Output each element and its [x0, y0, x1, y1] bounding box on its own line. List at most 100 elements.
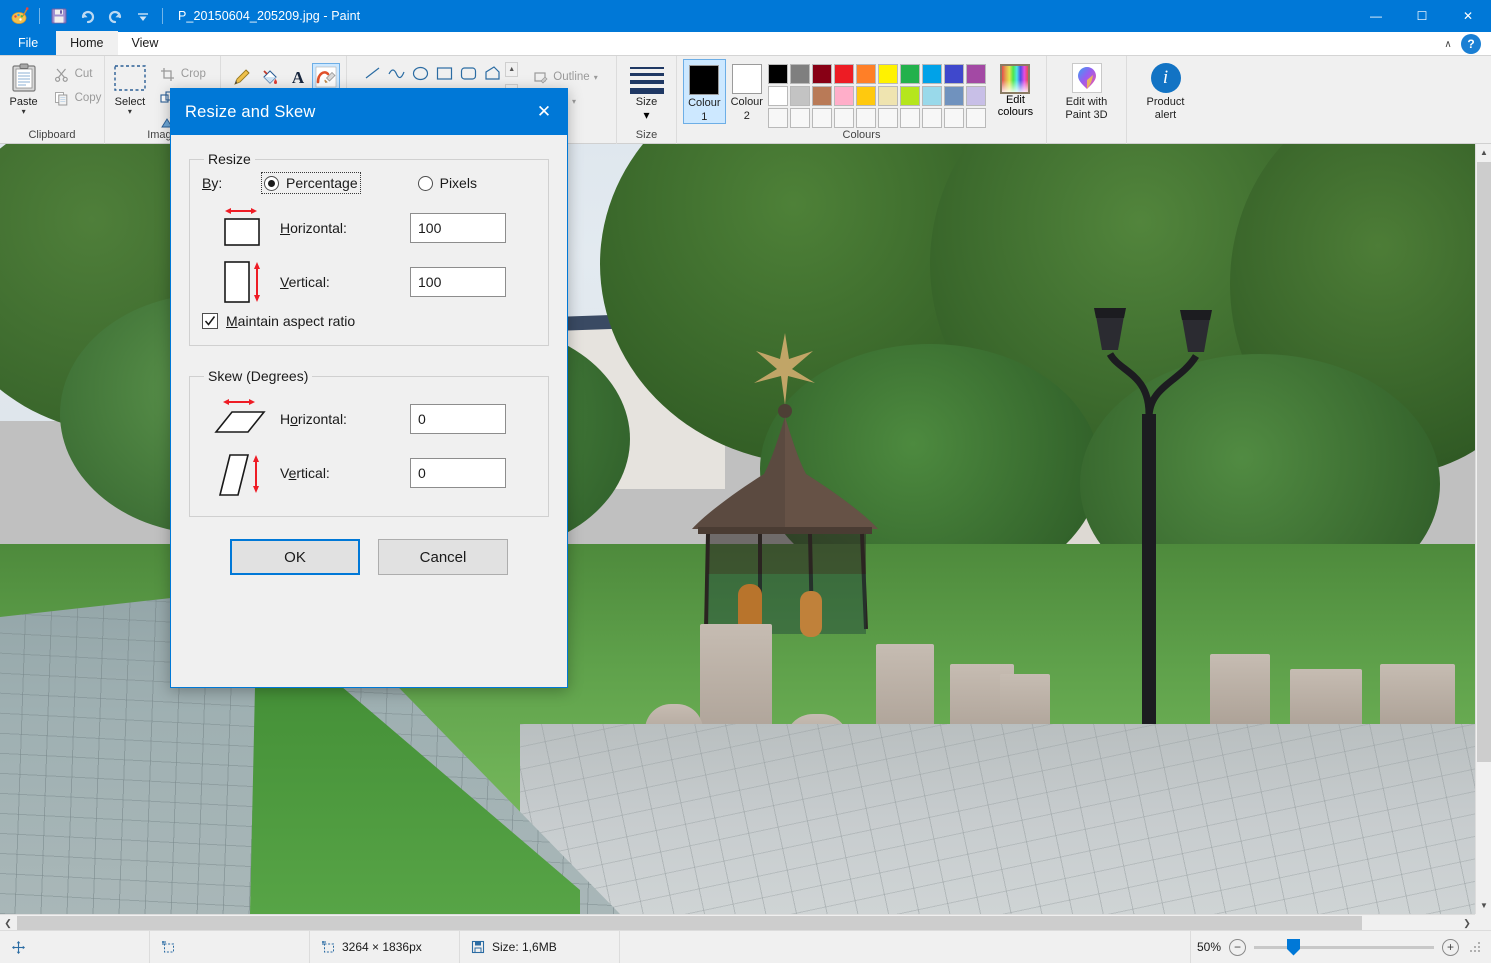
- skew-group: Skew (Degrees) Horizontal:: [189, 368, 549, 517]
- vertical-scrollbar[interactable]: ▲ ▼: [1475, 144, 1491, 914]
- edit-with-paint3d-button[interactable]: Edit with Paint 3D: [1051, 59, 1123, 121]
- palette-swatch-2-4[interactable]: [856, 108, 876, 128]
- tab-view[interactable]: View: [118, 31, 173, 55]
- maximize-button[interactable]: ☐: [1399, 0, 1445, 32]
- palette-swatch-2-8[interactable]: [944, 108, 964, 128]
- palette-swatch-0-4[interactable]: [856, 64, 876, 84]
- paste-caret-icon[interactable]: ▾: [22, 108, 26, 116]
- zoom-slider-track[interactable]: [1254, 946, 1434, 949]
- resize-grip-icon[interactable]: [1469, 941, 1481, 953]
- palette-swatch-0-7[interactable]: [922, 64, 942, 84]
- line-shape[interactable]: [360, 62, 384, 85]
- horizontal-resize-input[interactable]: [410, 213, 506, 243]
- cancel-button[interactable]: Cancel: [378, 539, 508, 575]
- horizontal-skew-input[interactable]: [410, 404, 506, 434]
- vertical-scroll-thumb[interactable]: [1477, 162, 1491, 762]
- cut-button[interactable]: Cut: [50, 62, 107, 86]
- palette-swatch-0-2[interactable]: [812, 64, 832, 84]
- ok-button[interactable]: OK: [230, 539, 360, 575]
- polygon-shape[interactable]: [480, 62, 504, 85]
- help-icon[interactable]: ?: [1461, 34, 1481, 54]
- select-button[interactable]: Select ▾: [104, 59, 156, 116]
- palette-swatch-0-5[interactable]: [878, 64, 898, 84]
- oval-shape[interactable]: [408, 62, 432, 85]
- fill-with-colour-icon[interactable]: [256, 63, 284, 91]
- palette-swatch-2-9[interactable]: [966, 108, 986, 128]
- horizontal-skew-label: Horizontal:: [280, 411, 410, 427]
- scroll-right-icon[interactable]: ❯: [1459, 915, 1475, 931]
- window-title: P_20150604_205209.jpg - Paint: [178, 9, 360, 23]
- text-icon[interactable]: A: [284, 63, 312, 91]
- palette-swatch-1-3[interactable]: [834, 86, 854, 106]
- rectangle-shape[interactable]: [432, 62, 456, 85]
- palette-swatch-1-4[interactable]: [856, 86, 876, 106]
- zoom-out-button[interactable]: −: [1229, 939, 1246, 956]
- palette-swatch-0-0[interactable]: [768, 64, 788, 84]
- paste-button[interactable]: Paste ▾: [0, 59, 50, 116]
- tab-home[interactable]: Home: [56, 31, 117, 55]
- vertical-resize-input[interactable]: [410, 267, 506, 297]
- pencil-icon[interactable]: [228, 63, 256, 91]
- palette-swatch-0-6[interactable]: [900, 64, 920, 84]
- palette-swatch-2-5[interactable]: [878, 108, 898, 128]
- maintain-aspect-ratio-checkbox[interactable]: Maintain aspect ratio: [202, 313, 536, 329]
- palette-swatch-0-1[interactable]: [790, 64, 810, 84]
- crop-button[interactable]: Crop: [156, 62, 221, 86]
- colour-1-selector[interactable]: Colour 1: [683, 59, 726, 124]
- palette-swatch-2-6[interactable]: [900, 108, 920, 128]
- copy-button[interactable]: Copy: [50, 86, 107, 110]
- palette-swatch-1-8[interactable]: [944, 86, 964, 106]
- rounded-rectangle-shape[interactable]: [456, 62, 480, 85]
- palette-swatch-0-3[interactable]: [834, 64, 854, 84]
- resize-legend: Resize: [204, 151, 255, 167]
- edit-colours-button[interactable]: Edit colours: [991, 59, 1040, 118]
- product-alert-button[interactable]: i Product alert: [1132, 59, 1200, 121]
- select-caret-icon[interactable]: ▾: [128, 108, 132, 116]
- ribbon-group-clipboard: Paste ▾ Cut: [0, 56, 104, 144]
- palette-swatch-1-6[interactable]: [900, 86, 920, 106]
- palette-swatch-1-7[interactable]: [922, 86, 942, 106]
- vertical-skew-input[interactable]: [410, 458, 506, 488]
- size-caret-icon[interactable]: ▾: [643, 108, 649, 122]
- redo-icon[interactable]: [104, 5, 126, 27]
- palette-swatch-1-1[interactable]: [790, 86, 810, 106]
- scroll-up-icon[interactable]: ▲: [1476, 144, 1491, 161]
- shapes-scroll-up-icon[interactable]: ▲: [505, 62, 518, 77]
- paint-app-icon[interactable]: [9, 5, 31, 27]
- palette-swatch-1-2[interactable]: [812, 86, 832, 106]
- collapse-ribbon-icon[interactable]: ∧: [1437, 33, 1459, 55]
- palette-swatch-1-9[interactable]: [966, 86, 986, 106]
- dialog-close-icon[interactable]: ✕: [521, 89, 567, 135]
- palette-swatch-2-0[interactable]: [768, 108, 788, 128]
- horizontal-scrollbar[interactable]: ❮ ❯: [0, 914, 1475, 930]
- palette-swatch-2-2[interactable]: [812, 108, 832, 128]
- close-button[interactable]: ✕: [1445, 0, 1491, 32]
- scroll-left-icon[interactable]: ❮: [0, 915, 16, 931]
- brushes-icon[interactable]: [312, 63, 340, 91]
- horizontal-scroll-thumb[interactable]: [17, 916, 1362, 930]
- info-glyph: i: [1151, 63, 1181, 93]
- zoom-in-button[interactable]: +: [1442, 939, 1459, 956]
- colour-2-selector[interactable]: Colour 2: [726, 59, 768, 122]
- scroll-down-icon[interactable]: ▼: [1476, 897, 1491, 914]
- outline-caret-icon[interactable]: ▾: [594, 73, 598, 82]
- tab-file[interactable]: File: [0, 31, 56, 55]
- undo-icon[interactable]: [76, 5, 98, 27]
- radio-pixels[interactable]: Pixels: [418, 175, 477, 191]
- palette-swatch-0-9[interactable]: [966, 64, 986, 84]
- palette-swatch-2-3[interactable]: [834, 108, 854, 128]
- size-button[interactable]: Size ▾: [623, 59, 671, 122]
- minimize-button[interactable]: —: [1353, 0, 1399, 32]
- fill-caret-icon[interactable]: ▾: [572, 97, 576, 106]
- palette-swatch-1-0[interactable]: [768, 86, 788, 106]
- palette-swatch-1-5[interactable]: [878, 86, 898, 106]
- palette-swatch-2-1[interactable]: [790, 108, 810, 128]
- zoom-slider-thumb[interactable]: [1287, 939, 1300, 956]
- palette-swatch-0-8[interactable]: [944, 64, 964, 84]
- radio-percentage[interactable]: Percentage: [264, 175, 358, 191]
- outline-button[interactable]: Outline ▾: [528, 65, 602, 89]
- customize-qat-icon[interactable]: [132, 5, 154, 27]
- palette-swatch-2-7[interactable]: [922, 108, 942, 128]
- curve-shape[interactable]: [384, 62, 408, 85]
- save-icon[interactable]: [48, 5, 70, 27]
